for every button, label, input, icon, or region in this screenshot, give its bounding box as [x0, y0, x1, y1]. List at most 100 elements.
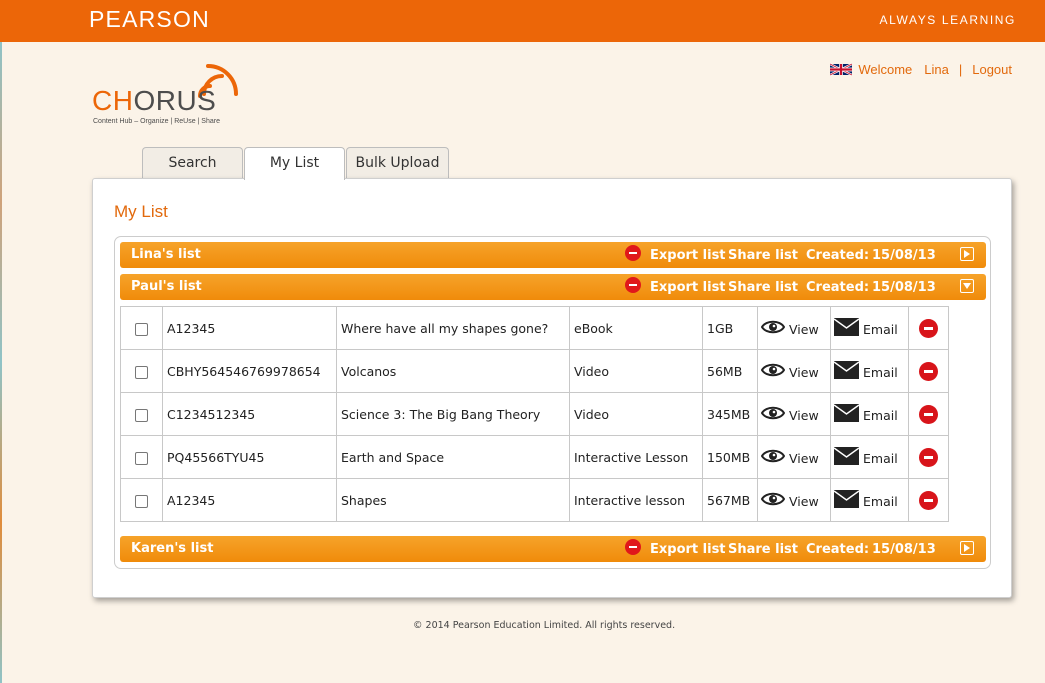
email-button[interactable]: Email [834, 489, 898, 509]
table-row: A12345 Where have all my shapes gone? eBoo… [120, 306, 949, 350]
created-date: 15/08/13 [872, 542, 936, 557]
eye-icon [761, 320, 785, 333]
email-cell: Email [830, 478, 909, 522]
envelope-icon [834, 446, 859, 465]
footer-copyright: © 2014 Pearson Education Limited. All ri… [413, 620, 676, 631]
expand-arrow-icon[interactable] [960, 541, 974, 555]
envelope-icon [834, 403, 859, 422]
view-button[interactable]: View [761, 405, 819, 423]
email-label: Email [863, 451, 898, 466]
table-row: C1234512345 Science 3: The Big Bang Theor… [120, 392, 949, 436]
email-cell: Email [830, 392, 909, 436]
delete-cell [908, 478, 949, 522]
remove-item-icon[interactable] [919, 447, 938, 467]
view-label: View [789, 408, 819, 423]
share-list-link[interactable]: Share list [728, 248, 798, 263]
user-name: Lina [924, 62, 949, 77]
eye-icon [761, 449, 785, 462]
remove-list-icon[interactable] [625, 539, 641, 555]
item-type: eBook [569, 306, 703, 350]
created-label: Created: [806, 248, 870, 263]
export-list-link[interactable]: Export list [650, 248, 726, 263]
delete-cell [908, 349, 949, 393]
page-title: My List [114, 202, 168, 221]
envelope-icon [834, 317, 859, 336]
table-row: A12345 Shapes Interactive lesson 567MB View E… [120, 478, 949, 522]
remove-list-icon[interactable] [625, 245, 641, 261]
email-button[interactable]: Email [834, 446, 898, 466]
item-title: Earth and Space [336, 435, 570, 479]
pearson-logo: PEARSON [89, 6, 210, 32]
envelope-icon [834, 360, 859, 379]
view-cell: View [757, 306, 831, 350]
item-code: CBHY564546769978654 [162, 349, 337, 393]
email-label: Email [863, 322, 898, 337]
expand-arrow-icon[interactable] [960, 247, 974, 261]
list-header-karen[interactable]: Karen's list Export list Share list Crea… [120, 536, 986, 562]
list-name: Karen's list [131, 541, 214, 556]
email-button[interactable]: Email [834, 317, 898, 337]
email-label: Email [863, 494, 898, 509]
view-label: View [789, 451, 819, 466]
remove-list-icon[interactable] [625, 277, 641, 293]
items-table: A12345 Where have all my shapes gone? eBoo… [120, 306, 949, 522]
list-name: Lina's list [131, 247, 201, 262]
email-cell: Email [830, 435, 909, 479]
list-header-paul[interactable]: Paul's list Export list Share list Creat… [120, 274, 986, 300]
remove-item-icon[interactable] [919, 318, 938, 338]
tab-my-list[interactable]: My List [244, 147, 345, 180]
tab-search[interactable]: Search [142, 147, 243, 178]
view-button[interactable]: View [761, 448, 819, 466]
view-cell: View [757, 392, 831, 436]
view-cell: View [757, 478, 831, 522]
list-header-lina[interactable]: Lina's list Export list Share list Creat… [120, 242, 986, 268]
select-cell [120, 478, 163, 522]
remove-item-icon[interactable] [919, 404, 938, 424]
item-size: 345MB [702, 392, 758, 436]
eye-icon [761, 492, 785, 505]
share-list-link[interactable]: Share list [728, 542, 798, 557]
item-code: A12345 [162, 478, 337, 522]
chorus-logo[interactable]: CHORUS Content Hub – Organize | ReUse | … [92, 62, 252, 132]
row-checkbox[interactable] [135, 408, 148, 422]
row-checkbox[interactable] [135, 451, 148, 465]
share-list-link[interactable]: Share list [728, 280, 798, 295]
left-edge-strip [0, 42, 2, 683]
item-size: 150MB [702, 435, 758, 479]
view-button[interactable]: View [761, 362, 819, 380]
row-checkbox[interactable] [135, 322, 148, 336]
tagline: ALWAYS LEARNING [879, 13, 1016, 27]
user-bar: Welcome Lina | Logout [830, 62, 1012, 77]
tab-bulk-upload[interactable]: Bulk Upload [346, 147, 449, 178]
lists-container: Lina's list Export list Share list Creat… [114, 236, 991, 569]
email-button[interactable]: Email [834, 403, 898, 423]
delete-cell [908, 392, 949, 436]
select-cell [120, 306, 163, 350]
created-date: 15/08/13 [872, 248, 936, 263]
item-size: 1GB [702, 306, 758, 350]
view-button[interactable]: View [761, 491, 819, 509]
item-size: 56MB [702, 349, 758, 393]
view-button[interactable]: View [761, 319, 819, 337]
export-list-link[interactable]: Export list [650, 280, 726, 295]
row-checkbox[interactable] [135, 365, 148, 379]
welcome-label: Welcome [858, 62, 913, 77]
row-checkbox[interactable] [135, 494, 148, 508]
created-label: Created: [806, 280, 870, 295]
user-separator: | [958, 62, 963, 77]
select-cell [120, 392, 163, 436]
remove-item-icon[interactable] [919, 361, 938, 381]
created-label: Created: [806, 542, 870, 557]
created-date: 15/08/13 [872, 280, 936, 295]
remove-item-icon[interactable] [919, 490, 938, 510]
my-list-panel: My List Lina's list Export list Share li… [92, 178, 1012, 598]
export-list-link[interactable]: Export list [650, 542, 726, 557]
email-button[interactable]: Email [834, 360, 898, 380]
select-cell [120, 435, 163, 479]
item-type: Interactive lesson [569, 478, 703, 522]
item-title: Volcanos [336, 349, 570, 393]
logout-link[interactable]: Logout [972, 62, 1012, 77]
collapse-arrow-icon[interactable] [960, 279, 974, 293]
view-label: View [789, 365, 819, 380]
uk-flag-icon[interactable] [830, 62, 853, 77]
